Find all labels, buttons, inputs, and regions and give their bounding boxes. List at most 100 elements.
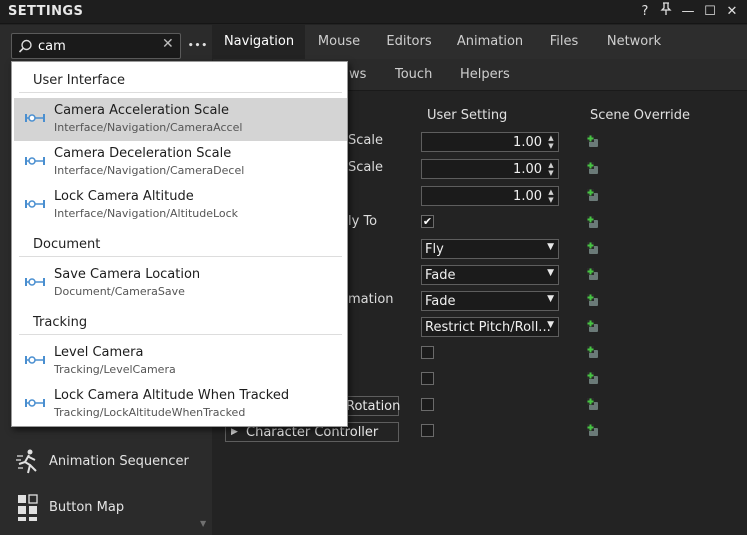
user-setting-header: User Setting <box>427 108 508 123</box>
result-name: Level Camera <box>54 345 144 360</box>
result-name: Lock Camera Altitude <box>54 189 194 204</box>
dropdown-value: Fade <box>425 294 456 309</box>
pin-icon <box>660 2 672 15</box>
number-value: 1.00 <box>513 189 542 204</box>
pin-button[interactable] <box>656 2 676 22</box>
scene-override-header: Scene Override <box>590 108 691 123</box>
setting-checkbox[interactable] <box>421 372 434 385</box>
setting-checkbox[interactable] <box>421 346 434 359</box>
result-name: Lock Camera Altitude When Tracked <box>54 388 290 403</box>
tab-mouse[interactable]: Mouse <box>309 25 369 59</box>
help-button[interactable]: ? <box>635 2 655 22</box>
search-result-item[interactable]: Save Camera Location Document/CameraSave <box>14 262 347 305</box>
scene-override-icon[interactable] <box>587 135 600 148</box>
divider <box>19 92 342 93</box>
slider-setting-icon <box>25 114 45 122</box>
scene-override-icon[interactable] <box>587 346 600 359</box>
scene-override-icon[interactable] <box>587 320 600 333</box>
scene-override-icon[interactable] <box>587 268 600 281</box>
scene-override-icon[interactable] <box>587 216 600 229</box>
clear-search-button[interactable]: ✕ <box>162 36 174 52</box>
number-stepper[interactable]: 1.00 ▲ ▼ <box>421 132 559 152</box>
result-path: Interface/Navigation/AltitudeLock <box>54 207 239 220</box>
slider-setting-icon <box>25 399 45 407</box>
maximize-button[interactable]: ☐ <box>700 2 720 22</box>
row-label: Scale <box>348 133 383 148</box>
result-name: Save Camera Location <box>54 267 201 282</box>
main-tab-bar: Navigation Mouse Editors Animation Files… <box>213 25 747 59</box>
chevron-down-icon: ▼ <box>547 242 554 252</box>
title-bar: SETTINGS ? — ☐ ✕ <box>0 0 747 24</box>
setting-dropdown[interactable]: Fade ▼ <box>421 265 559 285</box>
setting-dropdown[interactable]: Fly ▼ <box>421 239 559 259</box>
more-options-button[interactable]: ••• <box>187 35 209 57</box>
search-input[interactable] <box>38 37 156 55</box>
spinner-icon[interactable]: ▲ ▼ <box>546 134 556 150</box>
number-value: 1.00 <box>513 162 542 177</box>
setting-checkbox[interactable] <box>421 398 434 411</box>
minimize-button[interactable]: — <box>678 2 698 22</box>
scene-override-icon[interactable] <box>587 162 600 175</box>
search-results-popup: User Interface Camera Acceleration Scale… <box>11 61 348 427</box>
close-button[interactable]: ✕ <box>722 2 742 22</box>
setting-checkbox[interactable] <box>421 424 434 437</box>
tab-editors[interactable]: Editors <box>377 25 441 59</box>
divider <box>19 334 342 335</box>
spinner-icon[interactable]: ▲ ▼ <box>546 188 556 204</box>
divider <box>19 256 342 257</box>
result-path: Interface/Navigation/CameraDecel <box>54 164 245 177</box>
slider-setting-icon <box>25 278 45 286</box>
search-result-item[interactable]: Camera Deceleration Scale Interface/Navi… <box>14 141 347 184</box>
expand-triangle-icon: ▶ <box>231 427 238 437</box>
chevron-down-icon: ▼ <box>547 294 554 304</box>
sidebar-item-label: Animation Sequencer <box>49 454 189 469</box>
result-path: Interface/Navigation/CameraAccel <box>54 121 243 134</box>
search-result-item[interactable]: Level Camera Tracking/LevelCamera <box>14 340 347 383</box>
subtab-touch[interactable]: Touch <box>395 59 432 91</box>
scene-override-icon[interactable] <box>587 398 600 411</box>
number-stepper[interactable]: 1.00 ▲ ▼ <box>421 159 559 179</box>
slider-setting-icon <box>25 356 45 364</box>
scroll-down-icon[interactable]: ▼ <box>200 519 206 528</box>
section-header: Tracking <box>33 315 88 330</box>
scene-override-icon[interactable] <box>587 372 600 385</box>
tab-files[interactable]: Files <box>539 25 589 59</box>
chevron-down-icon: ▼ <box>547 268 554 278</box>
row-label: ly To <box>348 214 378 229</box>
result-path: Tracking/LevelCamera <box>54 363 176 376</box>
scene-override-icon[interactable] <box>587 424 600 437</box>
scene-override-icon[interactable] <box>587 242 600 255</box>
sidebar-item-button-map[interactable]: Button Map <box>12 488 208 528</box>
search-result-item[interactable]: Lock Camera Altitude When Tracked Tracki… <box>14 383 347 426</box>
setting-checkbox[interactable]: ✔ <box>421 215 434 228</box>
number-stepper[interactable]: 1.00 ▲ ▼ <box>421 186 559 206</box>
scene-override-icon[interactable] <box>587 189 600 202</box>
slider-setting-icon <box>25 157 45 165</box>
scene-override-icon[interactable] <box>587 294 600 307</box>
section-header: Document <box>33 237 101 252</box>
section-header: User Interface <box>33 73 125 88</box>
number-value: 1.00 <box>513 135 542 150</box>
tab-navigation[interactable]: Navigation <box>213 25 305 59</box>
expander-label: Rotation <box>346 399 401 414</box>
search-icon <box>18 39 32 53</box>
sidebar-item-label: Button Map <box>49 500 125 515</box>
runner-icon <box>16 449 37 474</box>
spinner-icon[interactable]: ▲ ▼ <box>546 161 556 177</box>
setting-dropdown[interactable]: Fade ▼ <box>421 291 559 311</box>
subtab-views[interactable]: ws <box>349 59 366 91</box>
grid-icon <box>18 494 38 521</box>
tab-network[interactable]: Network <box>599 25 669 59</box>
tab-animation[interactable]: Animation <box>449 25 531 59</box>
result-path: Tracking/LockAltitudeWhenTracked <box>54 406 246 419</box>
search-result-item[interactable]: Lock Camera Altitude Interface/Navigatio… <box>14 184 347 227</box>
settings-search-box: ✕ <box>11 33 181 59</box>
dropdown-value: Restrict Pitch/Roll... <box>425 320 551 335</box>
sidebar-item-animation-sequencer[interactable]: Animation Sequencer <box>12 442 208 482</box>
subtab-helpers[interactable]: Helpers <box>460 59 510 91</box>
chevron-down-icon: ▼ <box>547 320 554 330</box>
expander-label: Character Controller <box>246 425 379 440</box>
setting-dropdown[interactable]: Restrict Pitch/Roll... ▼ <box>421 317 559 337</box>
search-result-item[interactable]: Camera Acceleration Scale Interface/Navi… <box>14 98 347 141</box>
dropdown-value: Fade <box>425 268 456 283</box>
